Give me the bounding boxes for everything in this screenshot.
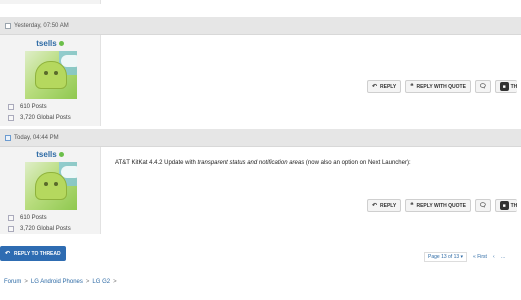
global-posts-icon <box>8 226 14 232</box>
droid-eye <box>44 182 48 186</box>
reply-button[interactable]: ↶ REPLY <box>367 80 402 93</box>
first-page-link[interactable]: « First <box>473 254 487 260</box>
multi-quote-button[interactable]: 🗨 <box>474 199 491 212</box>
post-2: Today, 04:44 PM tsells 610 Posts 3,720 G… <box>0 129 521 234</box>
username-text[interactable]: tsells <box>36 150 56 159</box>
multi-quote-icon: 🗨 <box>478 84 487 90</box>
multi-quote-button[interactable]: 🗨 <box>474 80 491 93</box>
post-actions: ↶ REPLY ❝ REPLY WITH QUOTE 🗨 ■ TH <box>367 80 518 93</box>
thanks-button[interactable]: ■ TH <box>494 80 518 93</box>
reply-label: REPLY <box>380 202 397 209</box>
post-1: Yesterday, 07:50 AM tsells 610 Posts 3,7… <box>0 17 521 126</box>
page-select-label: Page 13 of 13 <box>428 254 460 260</box>
online-status-icon <box>58 41 64 47</box>
breadcrumb-lg-android-phones[interactable]: LG Android Phones <box>31 279 83 285</box>
first-page-label: First <box>477 254 487 260</box>
droid-eye <box>44 71 48 75</box>
post-content-text: AT&T KitKat 4.4.2 Update with <box>115 160 198 166</box>
post-count-label: 610 Posts <box>20 104 47 110</box>
calendar-icon <box>5 134 11 141</box>
avatar[interactable] <box>25 162 77 210</box>
post-body: ↶ REPLY ❝ REPLY WITH QUOTE 🗨 ■ TH <box>101 35 521 126</box>
posts-icon <box>8 215 14 221</box>
breadcrumb-forum[interactable]: Forum <box>4 279 21 285</box>
quote-icon: ❝ <box>410 84 414 90</box>
pagination: Page 13 of 13 ▾ « First ‹ … <box>424 252 506 262</box>
post-count: 610 Posts <box>8 104 47 110</box>
username[interactable]: tsells <box>0 150 100 159</box>
prev-page-icon[interactable]: ‹ <box>493 254 495 260</box>
online-status-icon <box>58 152 64 158</box>
global-post-count-label: 3,720 Global Posts <box>20 226 71 232</box>
dropdown-caret-icon: ▾ <box>460 254 464 260</box>
post-content: AT&T KitKat 4.4.2 Update with transparen… <box>115 160 411 166</box>
reply-with-quote-button[interactable]: ❝ REPLY WITH QUOTE <box>405 80 471 93</box>
previous-post-fragment <box>0 0 101 4</box>
avatar-cloud <box>61 55 77 67</box>
thanks-label: TH <box>510 83 518 90</box>
more-pages-icon[interactable]: … <box>501 254 506 260</box>
username-text[interactable]: tsells <box>36 39 56 48</box>
reply-to-thread-label: REPLY TO THREAD <box>14 250 61 257</box>
thanks-icon: ■ <box>499 82 509 91</box>
post-content-text-end: (now also an option on Next Launcher): <box>304 160 411 166</box>
reply-button[interactable]: ↶ REPLY <box>367 199 402 212</box>
breadcrumb: Forum > LG Android Phones > LG G2 > <box>4 279 117 285</box>
thanks-button[interactable]: ■ TH <box>494 199 518 212</box>
breadcrumb-separator-icon: > <box>24 279 28 285</box>
droid-eye <box>54 182 58 186</box>
post-date: Today, 04:44 PM <box>14 134 59 141</box>
reply-with-quote-label: REPLY WITH QUOTE <box>416 83 466 90</box>
breadcrumb-separator-icon: > <box>85 279 90 285</box>
posts-icon <box>8 104 14 110</box>
multi-quote-icon: 🗨 <box>478 203 487 209</box>
post-header: Yesterday, 07:50 AM <box>0 17 521 35</box>
post-date: Yesterday, 07:50 AM <box>14 22 69 29</box>
android-icon <box>35 61 67 89</box>
global-posts-icon <box>8 115 14 121</box>
global-post-count-label: 3,720 Global Posts <box>20 115 71 121</box>
avatar[interactable] <box>25 51 77 99</box>
post-count: 610 Posts <box>8 215 47 221</box>
post-count-label: 610 Posts <box>20 215 47 221</box>
reply-arrow-icon: ↶ <box>5 251 11 257</box>
reply-arrow-icon: ↶ <box>372 203 378 209</box>
droid-eye <box>54 71 58 75</box>
username[interactable]: tsells <box>0 39 100 48</box>
calendar-icon <box>5 22 11 29</box>
first-page-icon: « <box>473 254 476 260</box>
reply-to-thread-button[interactable]: ↶ REPLY TO THREAD <box>0 246 66 261</box>
breadcrumb-separator-icon: > <box>113 279 117 285</box>
user-info: tsells 610 Posts 3,720 Global Posts <box>0 147 101 234</box>
breadcrumb-lg-g2[interactable]: LG G2 <box>92 279 110 285</box>
global-post-count: 3,720 Global Posts <box>8 115 71 121</box>
reply-label: REPLY <box>380 83 397 90</box>
page-select[interactable]: Page 13 of 13 ▾ <box>424 252 468 262</box>
post-body: AT&T KitKat 4.4.2 Update with transparen… <box>101 147 521 234</box>
post-content-italic: transparent status and notification area… <box>197 160 305 166</box>
android-icon <box>35 172 67 200</box>
user-info: tsells 610 Posts 3,720 Global Posts <box>0 35 101 126</box>
global-post-count: 3,720 Global Posts <box>8 226 71 232</box>
thanks-label: TH <box>510 202 518 209</box>
reply-with-quote-label: REPLY WITH QUOTE <box>416 202 466 209</box>
quote-icon: ❝ <box>410 203 414 209</box>
post-actions: ↶ REPLY ❝ REPLY WITH QUOTE 🗨 ■ TH <box>367 199 518 212</box>
thanks-icon: ■ <box>499 201 509 210</box>
reply-with-quote-button[interactable]: ❝ REPLY WITH QUOTE <box>405 199 471 212</box>
post-header: Today, 04:44 PM <box>0 129 521 147</box>
reply-arrow-icon: ↶ <box>372 84 378 90</box>
avatar-cloud <box>61 166 77 178</box>
